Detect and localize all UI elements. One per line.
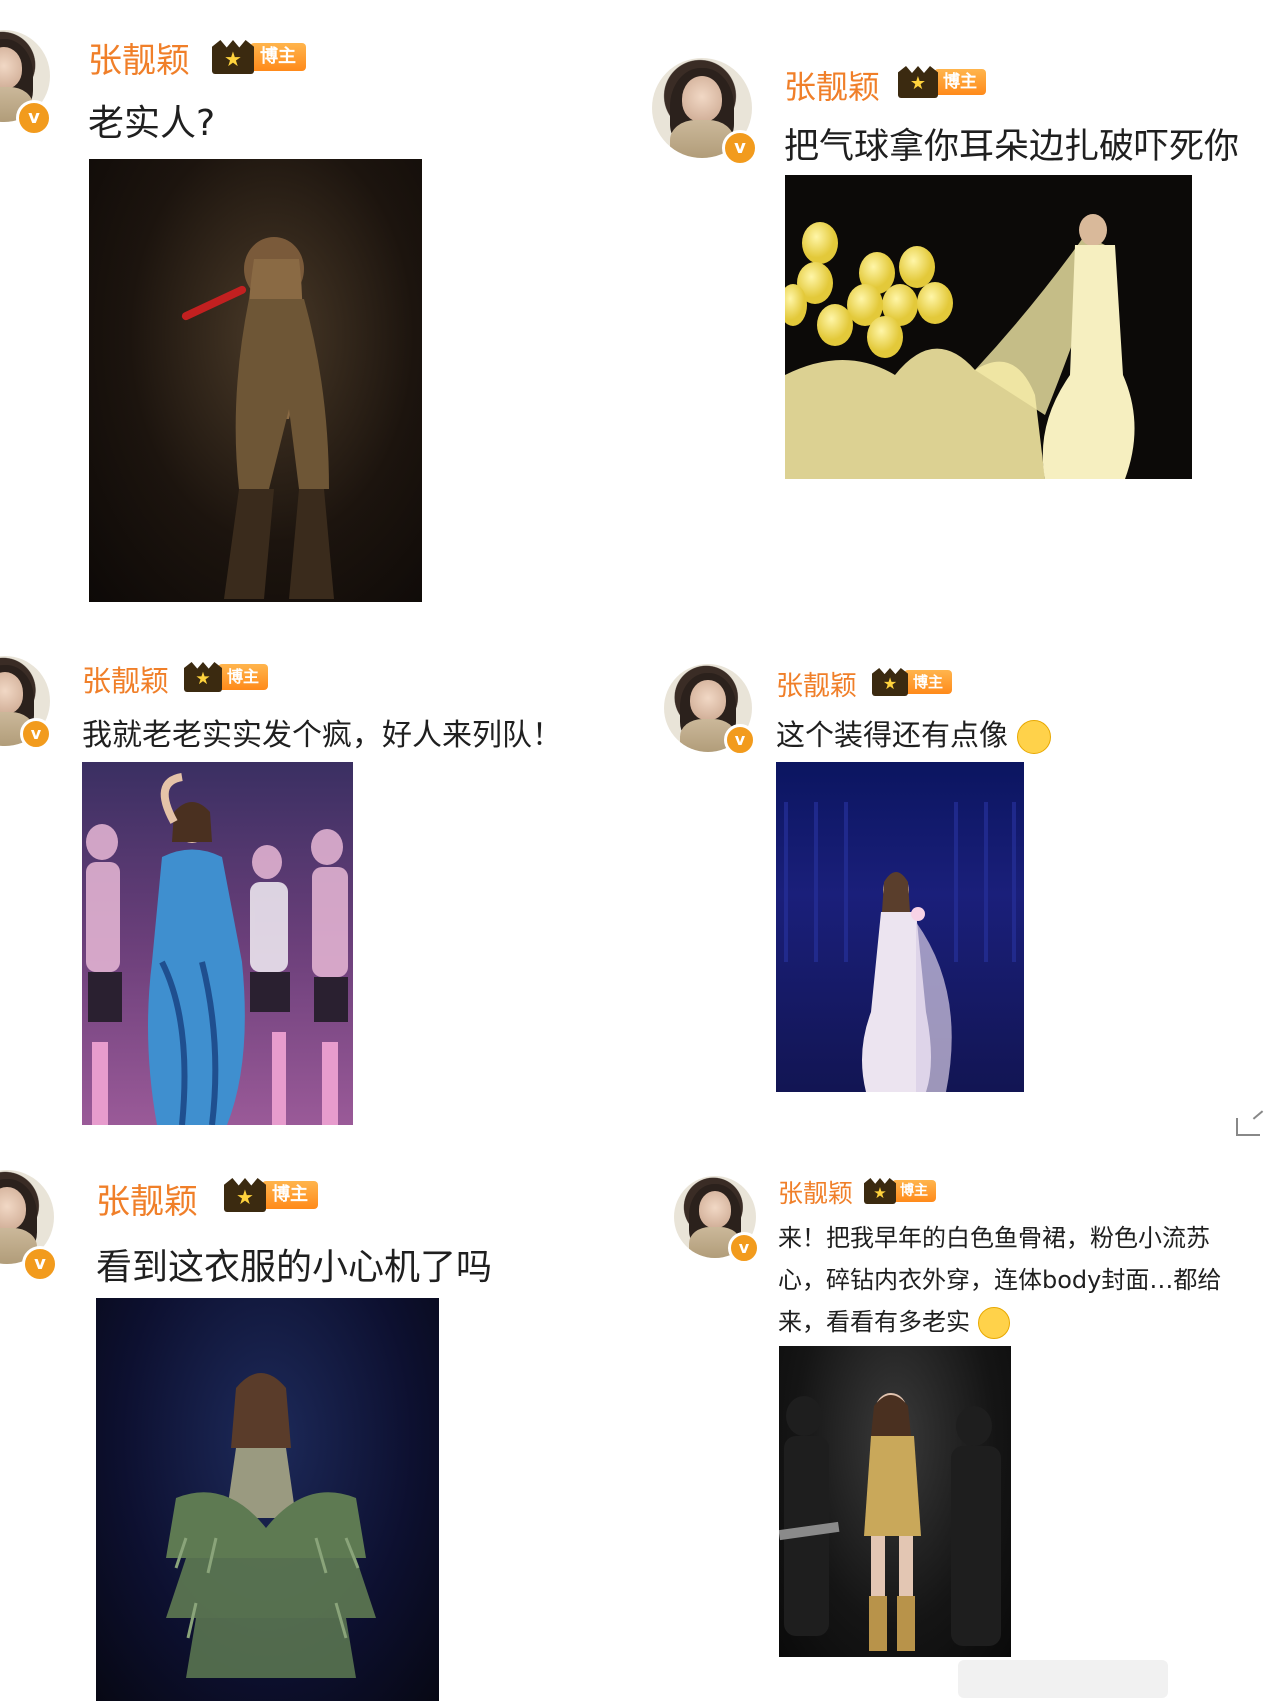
blogger-badge: ★ 博主: [212, 40, 306, 74]
gown-stage-scene: [784, 802, 1016, 1092]
gold-dress-scene: [779, 1393, 1001, 1651]
post-text-line-3: 来，看看有多老实: [778, 1302, 1010, 1339]
thinking-face-emoji: [1017, 720, 1052, 754]
post-4: v 张靓颖 ★ 博主 这个装得还有点像: [640, 640, 1280, 1140]
blogger-badge: ★ 博主: [898, 66, 986, 98]
author-name[interactable]: 张靓颖: [82, 658, 169, 700]
verified-v-icon: v: [722, 130, 758, 166]
verified-v-icon: v: [20, 718, 52, 750]
post-2: v 张靓颖 ★ 博主 把气球拿你耳朵边扎破吓死你: [640, 0, 1280, 600]
expand-icon[interactable]: [1236, 1118, 1260, 1136]
author-name[interactable]: 张靓颖: [776, 664, 857, 703]
post-photo[interactable]: [89, 159, 422, 602]
post-photo[interactable]: [776, 762, 1024, 1092]
balloon-stage-scene: [785, 214, 1135, 479]
post-photo[interactable]: [96, 1298, 439, 1701]
post-photo[interactable]: [82, 762, 353, 1125]
author-name[interactable]: 张靓颖: [784, 62, 880, 108]
verified-v-icon: v: [728, 1232, 760, 1264]
post-text: 看到这衣服的小心机了吗: [96, 1247, 493, 1288]
crown-icon: ★: [212, 40, 254, 74]
fringe-dress-scene: [166, 1373, 376, 1678]
more-indicator[interactable]: [958, 1660, 1168, 1698]
author-name[interactable]: 张靓颖: [778, 1174, 853, 1210]
post-text: 把气球拿你耳朵边扎破吓死你: [784, 127, 1240, 167]
post-text-line-2: 心，碎钻内衣外穿，连体body封面…都给: [778, 1266, 1222, 1294]
blogger-badge: ★ 博主: [864, 1178, 936, 1204]
post-3: v 张靓颖 ★ 博主 我就老老实实发个疯，好人来列队！: [0, 640, 640, 1140]
post-6: v 张靓颖 ★ 博主 来！把我早年的白色鱼骨裙，粉色小流苏 心，碎钻内衣外穿，连…: [640, 1150, 1280, 1708]
singer-silhouette: [181, 237, 334, 599]
author-name[interactable]: 张靓颖: [96, 1174, 198, 1223]
crown-icon: ★: [224, 1178, 266, 1212]
verified-v-icon: v: [22, 1246, 58, 1282]
post-text-line-1: 来！把我早年的白色鱼骨裙，粉色小流苏: [778, 1224, 1210, 1252]
verified-v-icon: v: [16, 100, 52, 136]
post-5: v 张靓颖 ★ 博主 看到这衣服的小心机了吗: [0, 1150, 640, 1708]
verified-v-icon: v: [724, 724, 756, 756]
post-1: v 张靓颖 ★ 博主 老实人?: [0, 0, 640, 602]
blogger-badge: ★ 博主: [224, 1178, 318, 1212]
smiling-face-emoji: [977, 1307, 1010, 1339]
post-text: 老实人?: [88, 103, 216, 144]
blogger-badge: ★ 博主: [184, 662, 268, 692]
post-text: 这个装得还有点像: [776, 712, 1052, 754]
post-photo[interactable]: [785, 175, 1192, 479]
crown-icon: ★: [864, 1178, 896, 1204]
author-name[interactable]: 张靓颖: [88, 33, 190, 82]
blogger-badge: ★ 博主: [872, 668, 952, 696]
crown-icon: ★: [898, 66, 938, 98]
post-text: 我就老老实实发个疯，好人来列队！: [82, 718, 562, 753]
post-photo[interactable]: [779, 1346, 1011, 1657]
crown-icon: ★: [184, 662, 222, 692]
dance-stage-scene: [86, 773, 348, 1125]
crown-icon: ★: [872, 668, 908, 696]
